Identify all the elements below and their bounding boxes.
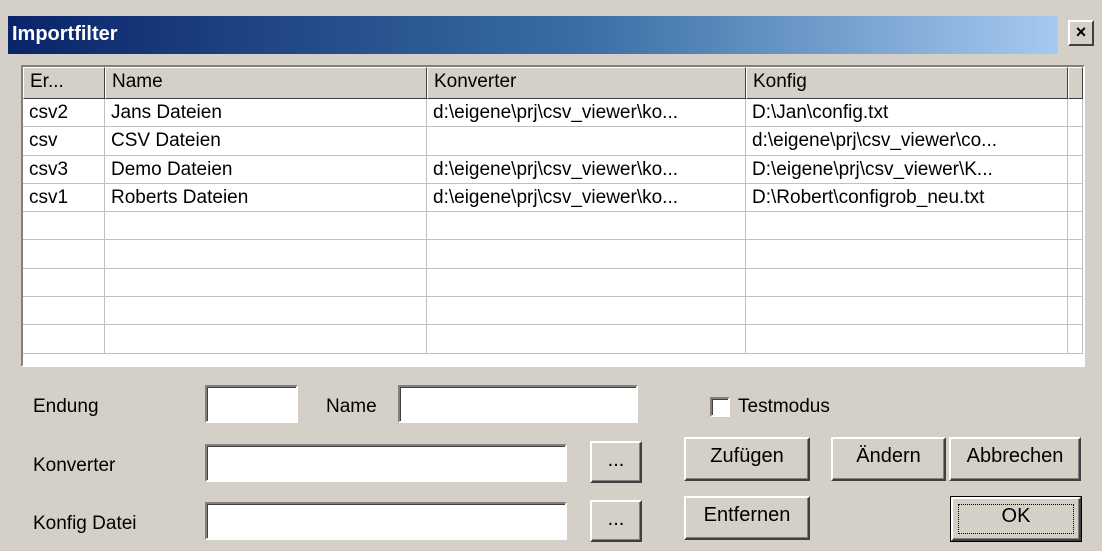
empty-cell (746, 297, 1068, 326)
browse-konverter-button[interactable]: ... (590, 441, 642, 483)
cell-endung: csv1 (23, 183, 105, 213)
cell-konverter: d:\eigene\prj\csv_viewer\ko... (427, 99, 746, 128)
cell-konfig: D:\Robert\configrob_neu.txt (746, 183, 1068, 213)
title-bar[interactable]: Importfilter (8, 16, 1058, 54)
cell-name: Roberts Dateien (105, 183, 427, 213)
cell-konfig: d:\eigene\prj\csv_viewer\co... (746, 127, 1068, 156)
ok-button[interactable]: OK (950, 496, 1082, 542)
konverter-label: Konverter (33, 455, 116, 476)
empty-cell (427, 240, 746, 269)
empty-cell (746, 325, 1068, 354)
list-header: Er... Name Konverter Konfig (23, 67, 1083, 99)
cell-konverter: d:\eigene\prj\csv_viewer\ko... (427, 183, 746, 213)
name-label: Name (326, 396, 377, 417)
cell-filler (1068, 183, 1083, 213)
empty-cell (23, 297, 105, 326)
cell-endung: csv2 (23, 99, 105, 128)
empty-cell (746, 240, 1068, 269)
name-input[interactable] (398, 385, 638, 423)
empty-row (23, 240, 1083, 269)
zufuegen-button[interactable]: Zufügen (684, 437, 810, 481)
empty-cell (1068, 212, 1083, 241)
cell-name: CSV Dateien (105, 127, 427, 156)
cell-endung: csv (23, 127, 105, 156)
cell-name: Jans Dateien (105, 99, 427, 128)
empty-cell (105, 297, 427, 326)
column-header-filler (1068, 67, 1083, 99)
cell-konverter: d:\eigene\prj\csv_viewer\ko... (427, 155, 746, 184)
cell-filler (1068, 155, 1083, 184)
empty-cell (1068, 268, 1083, 298)
empty-cell (23, 325, 105, 354)
empty-cell (105, 268, 427, 298)
abbrechen-button[interactable]: Abbrechen (949, 437, 1081, 481)
window-title: Importfilter (12, 23, 118, 45)
close-button[interactable]: × (1068, 20, 1094, 46)
focus-rect (958, 504, 1074, 534)
endung-input[interactable] (205, 385, 298, 423)
list-rows: csv2 Jans Dateien d:\eigene\prj\csv_view… (23, 99, 1083, 354)
entfernen-button[interactable]: Entfernen (684, 496, 810, 540)
empty-cell (1068, 297, 1083, 326)
empty-cell (746, 268, 1068, 298)
cell-konverter (427, 127, 746, 156)
column-header-konverter[interactable]: Konverter (427, 67, 746, 99)
table-row[interactable]: csv CSV Dateien d:\eigene\prj\csv_viewer… (23, 127, 1083, 156)
empty-cell (1068, 325, 1083, 354)
cell-endung: csv3 (23, 155, 105, 184)
empty-cell (427, 297, 746, 326)
testmodus-label: Testmodus (738, 396, 830, 417)
close-icon: × (1075, 22, 1087, 42)
empty-cell (1068, 240, 1083, 269)
importfilter-dialog: Importfilter × Er... Name Konverter Konf… (0, 0, 1102, 551)
konverter-input[interactable] (205, 444, 567, 482)
empty-cell (427, 325, 746, 354)
cell-konfig: D:\Jan\config.txt (746, 99, 1068, 128)
empty-cell (105, 240, 427, 269)
empty-cell (427, 212, 746, 241)
empty-cell (23, 212, 105, 241)
empty-row (23, 268, 1083, 298)
aendern-button[interactable]: Ändern (831, 437, 946, 481)
empty-cell (23, 268, 105, 298)
empty-row (23, 297, 1083, 326)
empty-cell (105, 212, 427, 241)
browse-konfig-button[interactable]: ... (590, 500, 642, 542)
empty-row (23, 212, 1083, 241)
empty-row (23, 325, 1083, 354)
konfig-datei-input[interactable] (205, 502, 567, 540)
empty-cell (427, 268, 746, 298)
filter-list[interactable]: Er... Name Konverter Konfig csv2 Jans Da… (21, 65, 1085, 367)
column-header-endung[interactable]: Er... (23, 67, 105, 99)
table-row[interactable]: csv3 Demo Dateien d:\eigene\prj\csv_view… (23, 155, 1083, 184)
table-row[interactable]: csv2 Jans Dateien d:\eigene\prj\csv_view… (23, 99, 1083, 128)
testmodus-checkbox[interactable] (710, 397, 730, 417)
cell-name: Demo Dateien (105, 155, 427, 184)
cell-konfig: D:\eigene\prj\csv_viewer\K... (746, 155, 1068, 184)
table-row[interactable]: csv1 Roberts Dateien d:\eigene\prj\csv_v… (23, 183, 1083, 213)
column-header-konfig[interactable]: Konfig (746, 67, 1068, 99)
konfig-datei-label: Konfig Datei (33, 513, 137, 534)
empty-cell (23, 240, 105, 269)
empty-cell (105, 325, 427, 354)
cell-filler (1068, 99, 1083, 128)
cell-filler (1068, 127, 1083, 156)
empty-cell (746, 212, 1068, 241)
endung-label: Endung (33, 396, 99, 417)
column-header-name[interactable]: Name (105, 67, 427, 99)
